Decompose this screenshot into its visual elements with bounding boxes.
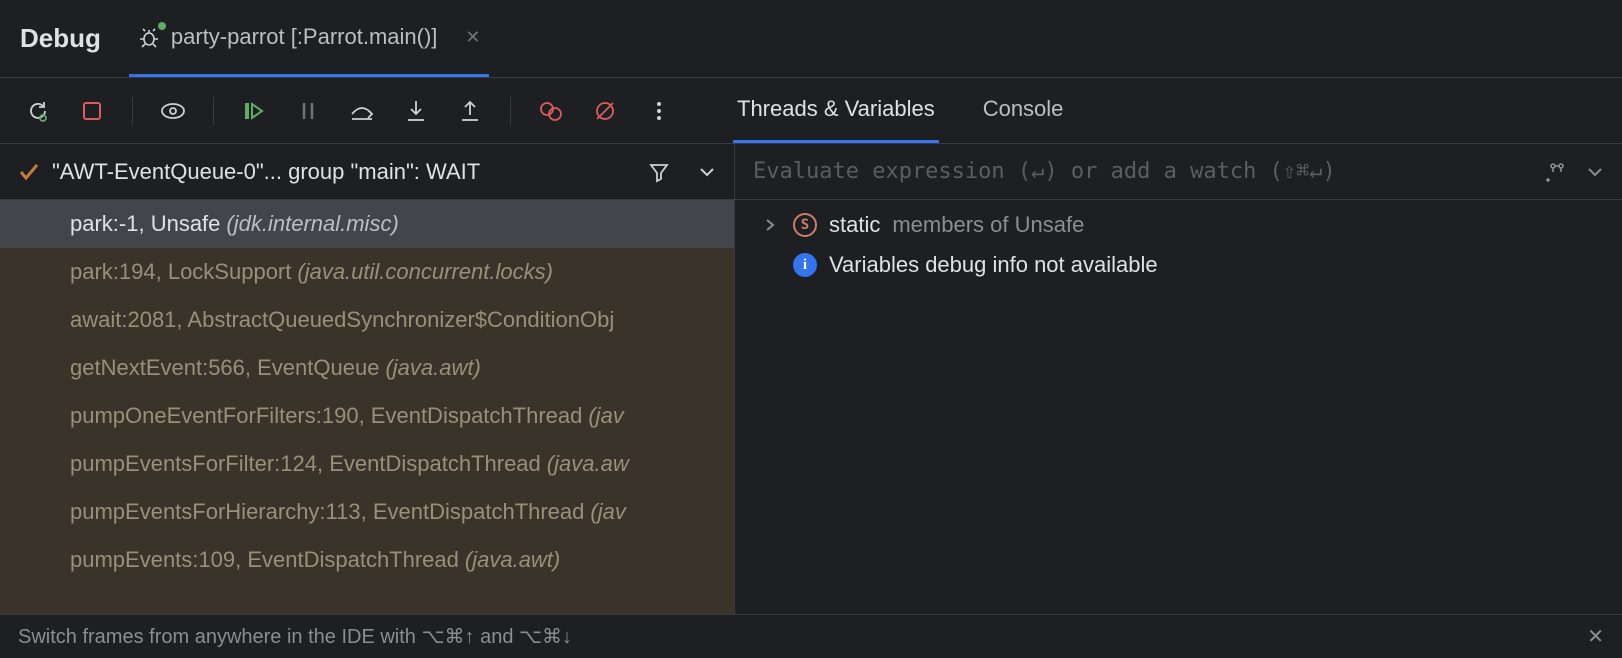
thread-selector[interactable]: "AWT-EventQueue-0"... group "main": WAIT: [0, 144, 734, 200]
stack-frame[interactable]: pumpEventsForFilter:124, EventDispatchTh…: [0, 440, 734, 488]
stack-frame[interactable]: park:194, LockSupport(java.util.concurre…: [0, 248, 734, 296]
check-icon: [18, 161, 40, 183]
stack-frame[interactable]: pumpEvents:109, EventDispatchThread(java…: [0, 536, 734, 584]
tool-window-header: Debug party-parrot [:Parrot.main()] ✕: [0, 0, 1622, 78]
view-breakpoints-button[interactable]: [537, 97, 565, 125]
stop-button[interactable]: [78, 97, 106, 125]
variables-tree: S static members of Unsafe i Variables d…: [735, 200, 1622, 290]
stack-frame[interactable]: pumpEventsForHierarchy:113, EventDispatc…: [0, 488, 734, 536]
close-icon[interactable]: ✕: [1587, 624, 1604, 649]
var-static-rest: members of Unsafe: [892, 212, 1084, 238]
variable-row-info: i Variables debug info not available: [753, 252, 1604, 278]
step-into-button[interactable]: [402, 97, 430, 125]
variable-row-static[interactable]: S static members of Unsafe: [753, 212, 1604, 238]
chevron-down-icon[interactable]: [698, 166, 716, 178]
stack-frame[interactable]: getNextEvent:566, EventQueue(java.awt): [0, 344, 734, 392]
step-over-button[interactable]: [348, 97, 376, 125]
step-out-button[interactable]: [456, 97, 484, 125]
resume-button[interactable]: [240, 97, 268, 125]
pause-button[interactable]: [294, 97, 322, 125]
stack-frame[interactable]: pumpOneEventForFilters:190, EventDispatc…: [0, 392, 734, 440]
add-watch-icon[interactable]: [1544, 160, 1570, 184]
filter-icon[interactable]: [648, 161, 670, 183]
stack-frame[interactable]: await:2081, AbstractQueuedSynchronizer$C…: [0, 296, 734, 344]
hint-text: Switch frames from anywhere in the IDE w…: [18, 624, 572, 649]
stack-frame[interactable]: park:-1, Unsafe(jdk.internal.misc): [0, 200, 734, 248]
chevron-down-icon[interactable]: [1586, 166, 1604, 178]
debug-toolbar: Threads & Variables Console: [0, 78, 1622, 144]
evaluate-input[interactable]: [753, 159, 1528, 184]
info-badge-icon: i: [793, 253, 817, 277]
static-badge-icon: S: [793, 213, 817, 237]
thread-label: "AWT-EventQueue-0"... group "main": WAIT: [52, 159, 636, 185]
chevron-right-icon: [765, 218, 781, 232]
mute-breakpoints-button[interactable]: [591, 97, 619, 125]
var-static-label: static: [829, 212, 880, 238]
more-button[interactable]: [645, 97, 673, 125]
show-execution-point-button[interactable]: [159, 97, 187, 125]
evaluate-bar: [735, 144, 1622, 200]
run-config-tab[interactable]: party-parrot [:Parrot.main()] ✕: [129, 0, 489, 77]
call-stack: park:-1, Unsafe(jdk.internal.misc)park:1…: [0, 200, 734, 614]
tool-window-title: Debug: [20, 23, 101, 54]
tab-threads-variables[interactable]: Threads & Variables: [733, 78, 939, 143]
bug-icon: [137, 25, 161, 49]
run-config-label: party-parrot [:Parrot.main()]: [171, 24, 438, 50]
var-info-text: Variables debug info not available: [829, 252, 1158, 278]
close-icon[interactable]: ✕: [465, 27, 480, 48]
hint-bar: Switch frames from anywhere in the IDE w…: [0, 614, 1622, 658]
rerun-button[interactable]: [24, 97, 52, 125]
tab-console[interactable]: Console: [979, 78, 1068, 143]
